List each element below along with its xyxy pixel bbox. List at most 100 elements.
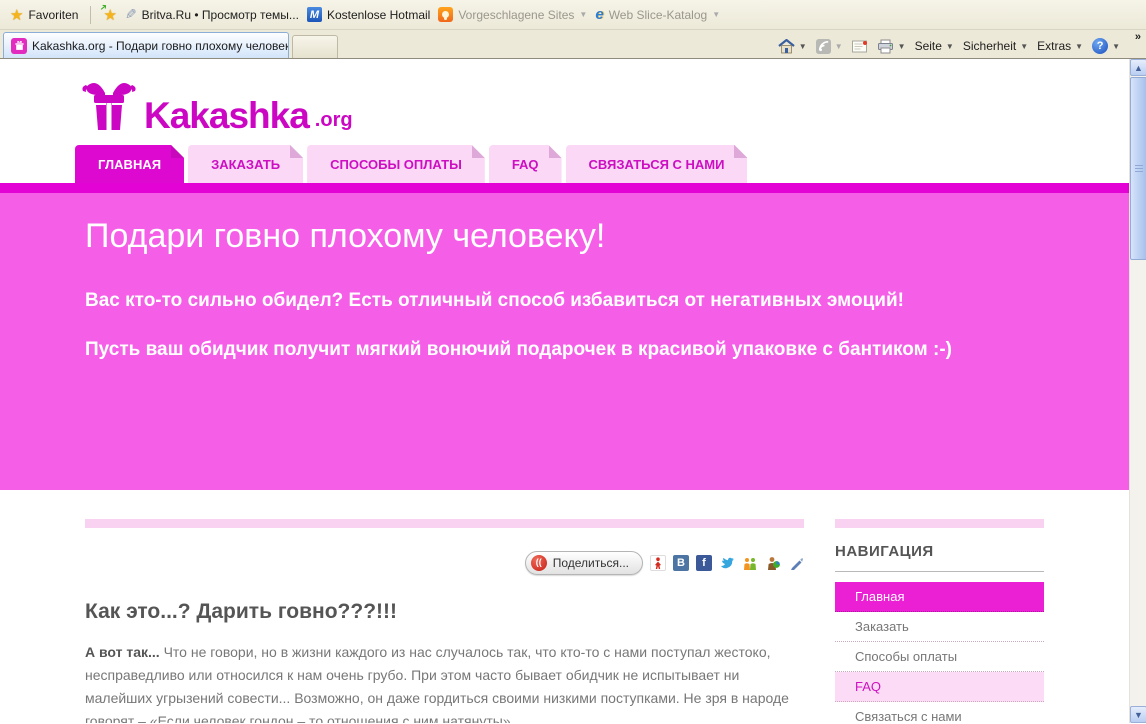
bookmark-label: Vorgeschlagene Sites	[458, 8, 574, 22]
friendfeed-icon[interactable]	[765, 555, 781, 571]
gift-logo-icon	[80, 76, 138, 132]
add-favorite-button[interactable]: ★	[103, 6, 116, 24]
sidebar-item-label: Главная	[855, 589, 904, 604]
main-column: (( Поделиться... В f	[85, 519, 804, 723]
sidebar-item-zakazat[interactable]: Заказать	[835, 612, 1044, 642]
pencil-icon: ✎	[125, 6, 137, 23]
lightbulb-icon	[438, 7, 453, 22]
print-button[interactable]: ▼	[877, 39, 906, 54]
share-icon: ((	[531, 555, 547, 571]
section-divider-bar	[85, 519, 804, 528]
bookmark-label: Britva.Ru • Просмотр темы...	[142, 8, 299, 22]
ie-icon: e	[595, 6, 603, 23]
hero-subtitle-1: Вас кто-то сильно обидел? Есть отличный …	[85, 290, 1044, 312]
mail-icon	[852, 40, 868, 53]
site-logo[interactable]: Kakashka .org	[0, 59, 1129, 132]
tab-bar: Kakashka.org - Подари говно плохому чело…	[0, 30, 1146, 59]
nav-tab-label: СПОСОБЫ ОПЛАТЫ	[330, 157, 462, 172]
hotmail-icon: M	[307, 7, 322, 22]
command-bar: ▼ ▼ ▼ Seite ▼ Sicherheit ▼ Ex	[778, 38, 1146, 58]
help-menu[interactable]: ? ▼	[1092, 38, 1120, 54]
home-icon	[778, 39, 795, 54]
browser-viewport: Kakashka .org ГЛАВНАЯ ЗАКАЗАТЬ СПОСОБЫ О…	[0, 59, 1146, 723]
chevron-down-icon: ▼	[835, 42, 843, 51]
favorites-button[interactable]: ★ Favoriten	[10, 6, 78, 24]
accent-bar	[0, 183, 1129, 193]
nav-tab-sposoby-oplaty[interactable]: СПОСОБЫ ОПЛАТЫ	[307, 145, 485, 183]
new-tab-stub[interactable]	[292, 35, 338, 58]
scrollbar-grip	[1135, 165, 1143, 166]
tab-title: Kakashka.org - Подари говно плохому чело…	[32, 39, 289, 53]
bookmark-label: Web Slice-Katalog	[609, 8, 708, 22]
nav-tab-zakazat[interactable]: ЗАКАЗАТЬ	[188, 145, 303, 183]
sidebar-divider	[835, 571, 1044, 572]
facebook-icon[interactable]: f	[696, 555, 712, 571]
home-button[interactable]: ▼	[778, 39, 807, 54]
favorites-label: Favoriten	[28, 8, 78, 22]
nav-tab-label: СВЯЗАТЬСЯ С НАМИ	[589, 157, 725, 172]
toolbar-separator	[90, 6, 91, 24]
sidebar-title: НАВИГАЦИЯ	[835, 543, 1044, 560]
vertical-scrollbar[interactable]: ▲ ▼	[1129, 59, 1146, 723]
toolbar-overflow-chevron[interactable]: »	[1135, 31, 1141, 43]
sidebar-item-label: Связаться с нами	[855, 709, 962, 723]
scrollbar-thumb[interactable]	[1130, 77, 1146, 260]
read-mail-button[interactable]	[852, 40, 868, 53]
seite-menu[interactable]: Seite ▼	[915, 39, 954, 53]
seite-label: Seite	[915, 39, 942, 53]
article-paragraph: А вот так... Что не говори, но в жизни к…	[85, 641, 804, 723]
article-body-text: Что не говори, но в жизни каждого из нас…	[85, 644, 789, 723]
nav-tab-label: FAQ	[512, 157, 539, 172]
extras-menu[interactable]: Extras ▼	[1037, 39, 1083, 53]
sidebar-item-faq[interactable]: FAQ	[835, 672, 1044, 702]
content-area: (( Поделиться... В f	[0, 490, 1129, 723]
help-icon: ?	[1092, 38, 1108, 54]
scroll-down-button[interactable]: ▼	[1130, 706, 1146, 723]
favorites-bar: ★ Favoriten ★ ✎ Britva.Ru • Просмотр тем…	[0, 0, 1146, 30]
livejournal-pencil-icon[interactable]	[788, 555, 804, 571]
chevron-down-icon: ▼	[1112, 42, 1120, 51]
nav-tab-faq[interactable]: FAQ	[489, 145, 562, 183]
nav-tab-glavnaya[interactable]: ГЛАВНАЯ	[75, 145, 184, 183]
twitter-icon[interactable]	[719, 555, 735, 571]
feeds-button[interactable]: ▼	[816, 39, 843, 54]
sidebar-item-label: Способы оплаты	[855, 649, 957, 664]
chevron-down-icon: ▼	[898, 42, 906, 51]
favorites-bookmark-hotmail[interactable]: M Kostenlose Hotmail	[307, 7, 430, 22]
article-lead: А вот так...	[85, 644, 160, 660]
moi-mir-icon[interactable]	[742, 555, 758, 571]
chevron-down-icon: ▼	[712, 10, 720, 19]
sidebar-nav-list: Главная Заказать Способы оплаты FAQ Связ…	[835, 582, 1044, 723]
chevron-down-icon: ▼	[1020, 42, 1028, 51]
share-button[interactable]: (( Поделиться...	[525, 551, 643, 575]
sidebar-item-glavnaya[interactable]: Главная	[835, 582, 1044, 612]
nav-tab-label: ГЛАВНАЯ	[98, 157, 161, 172]
favorites-webslice-catalog[interactable]: e Web Slice-Katalog ▼	[595, 6, 720, 23]
sidebar: НАВИГАЦИЯ Главная Заказать Способы оплат…	[835, 519, 1044, 723]
sicherheit-menu[interactable]: Sicherheit ▼	[963, 39, 1028, 53]
rss-icon	[816, 39, 831, 54]
chevron-down-icon: ▼	[1075, 42, 1083, 51]
sicherheit-label: Sicherheit	[963, 39, 1016, 53]
vkontakte-icon[interactable]: В	[673, 555, 689, 571]
favorites-suggested-sites[interactable]: Vorgeschlagene Sites ▼	[438, 7, 587, 22]
browser-tab-active[interactable]: Kakashka.org - Подари говно плохому чело…	[3, 32, 289, 58]
article-heading: Как это...? Дарить говно???!!!	[85, 600, 804, 624]
sidebar-item-label: Заказать	[855, 619, 909, 634]
nav-tab-label: ЗАКАЗАТЬ	[211, 157, 280, 172]
section-divider-bar	[835, 519, 1044, 528]
chevron-down-icon: ▼	[799, 42, 807, 51]
logo-tld: .org	[315, 109, 353, 132]
article: Как это...? Дарить говно???!!! А вот так…	[85, 600, 804, 723]
nav-tab-svyazatsya[interactable]: СВЯЗАТЬСЯ С НАМИ	[566, 145, 748, 183]
share-button-label: Поделиться...	[553, 556, 629, 570]
yaru-icon[interactable]	[650, 555, 666, 571]
hero-banner: Подари говно плохому человеку! Вас кто-т…	[0, 193, 1129, 490]
sidebar-item-sposoby-oplaty[interactable]: Способы оплаты	[835, 642, 1044, 672]
favorites-bookmark-britva[interactable]: ✎ Britva.Ru • Просмотр темы...	[125, 6, 299, 23]
sidebar-item-label: FAQ	[855, 679, 881, 694]
sidebar-item-svyazatsya[interactable]: Связаться с нами	[835, 702, 1044, 723]
printer-icon	[877, 39, 894, 54]
chevron-down-icon: ▼	[946, 42, 954, 51]
scroll-up-button[interactable]: ▲	[1130, 59, 1146, 76]
